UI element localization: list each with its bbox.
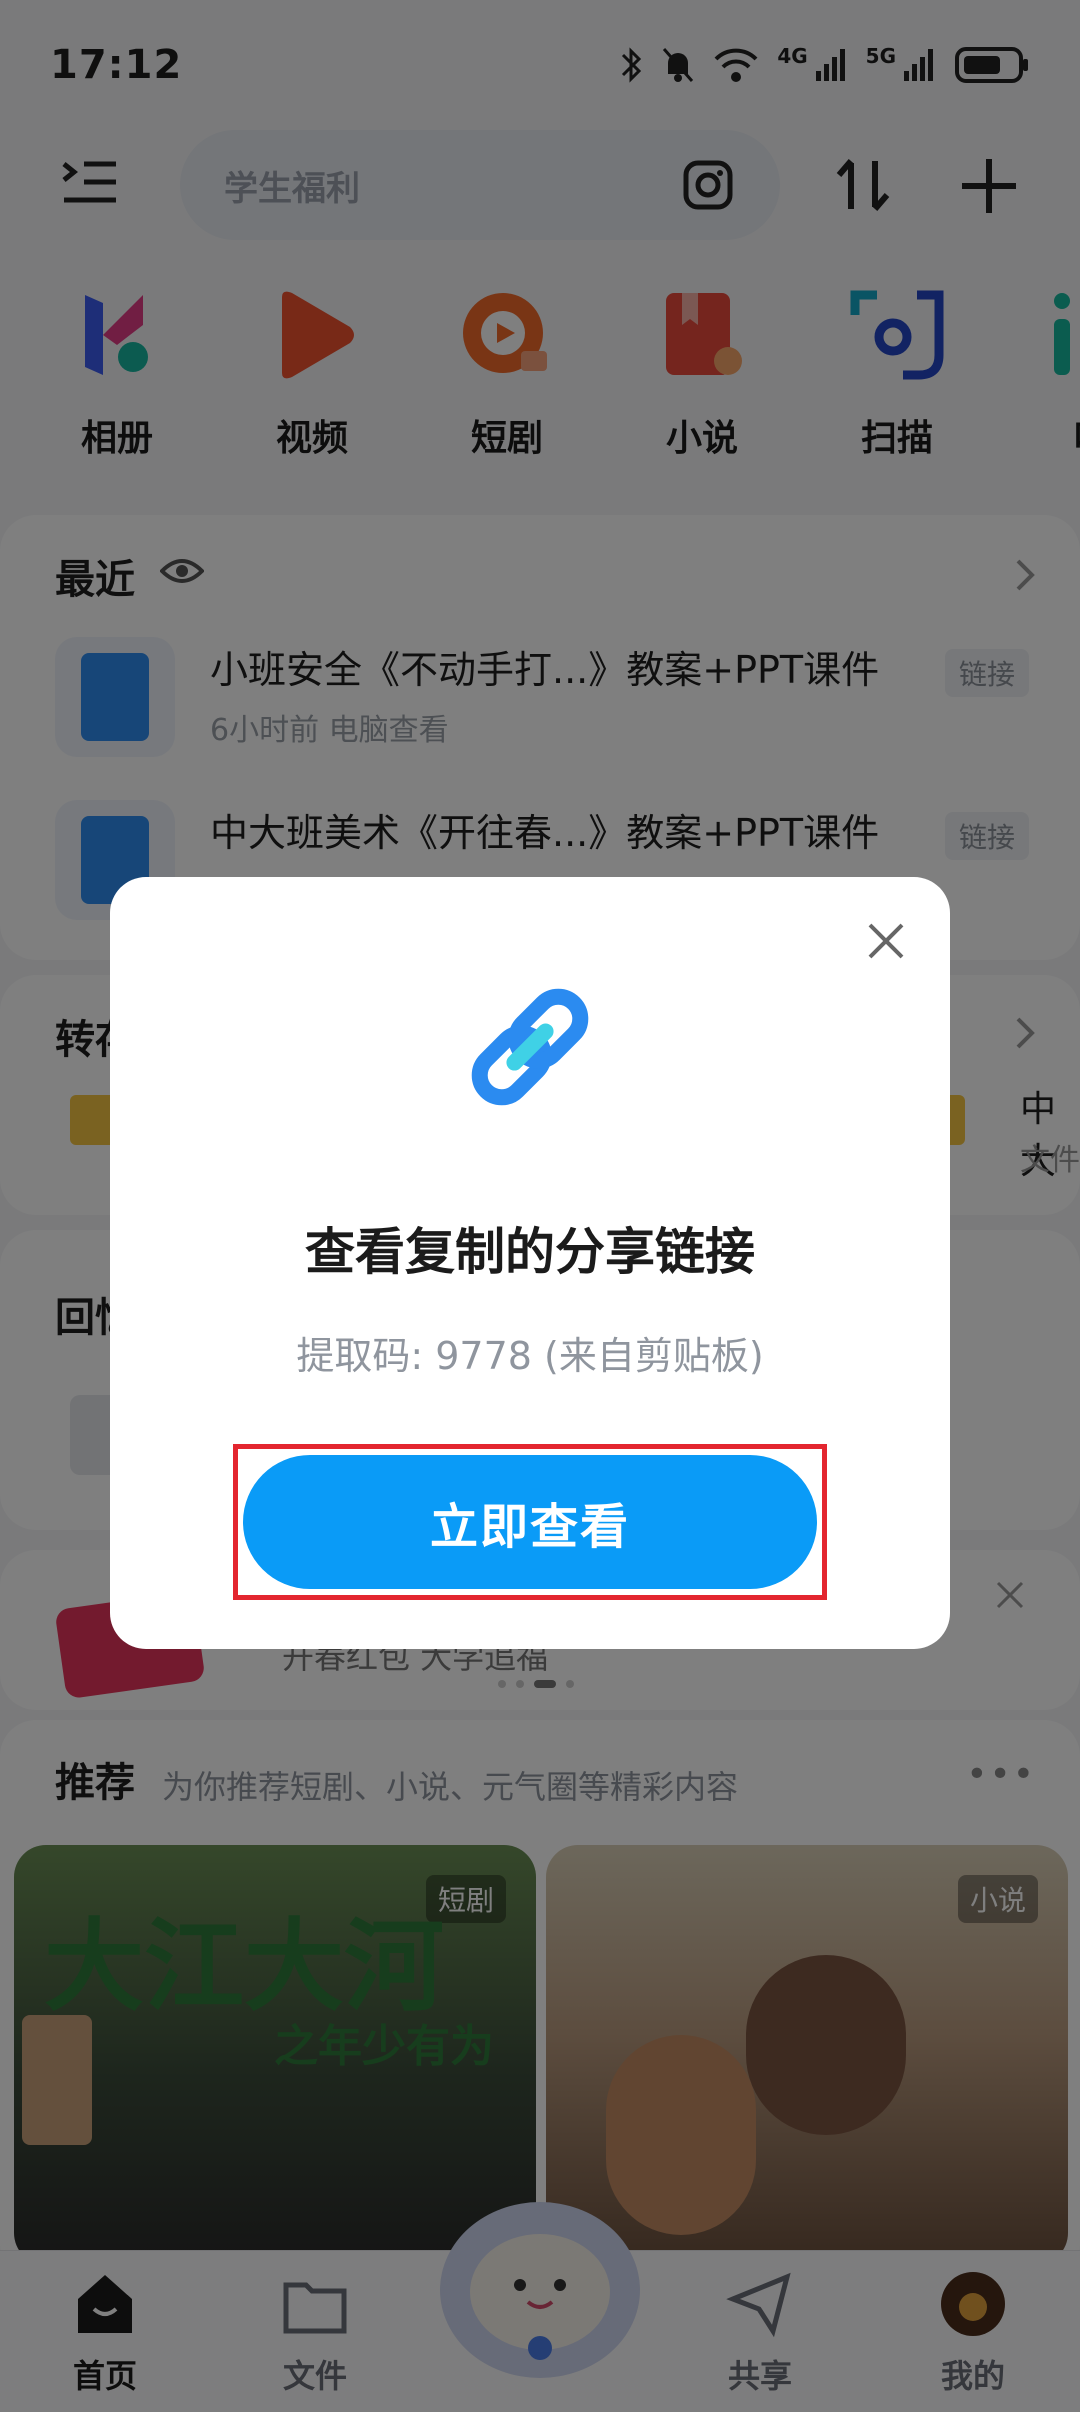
dialog-title: 查看复制的分享链接 bbox=[305, 1223, 755, 1281]
close-icon[interactable] bbox=[866, 921, 906, 961]
extract-code-text: 提取码: 9778 (来自剪贴板) bbox=[296, 1334, 764, 1378]
link-icon bbox=[471, 988, 589, 1106]
share-link-dialog: 查看复制的分享链接 提取码: 9778 (来自剪贴板) 立即查看 bbox=[110, 877, 950, 1649]
view-now-button[interactable]: 立即查看 bbox=[243, 1455, 817, 1589]
